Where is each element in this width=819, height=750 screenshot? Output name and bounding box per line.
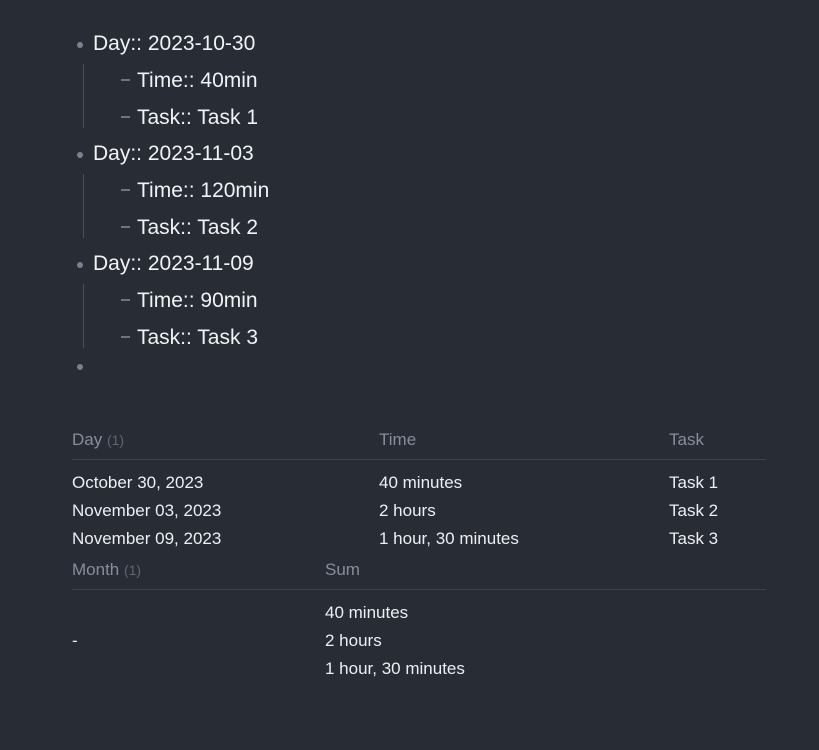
cell-day: November 09, 2023: [72, 529, 222, 548]
table-header-row: Day (1) Time Task: [72, 428, 766, 460]
cell-day: October 30, 2023: [72, 473, 204, 492]
cell-time: 40 minutes: [379, 473, 463, 492]
column-header-day-count: (1): [106, 432, 125, 448]
outline-children: Time:: 40min Task:: Task 1: [72, 62, 772, 136]
dash-bullet-icon: [121, 299, 130, 301]
month-table: Month (1) Sum - 40 minutes 2 hours 1 hou…: [72, 558, 766, 683]
outline-empty-item[interactable]: [72, 356, 772, 382]
bullet-icon: [77, 152, 83, 158]
column-header-month[interactable]: Month (1): [72, 558, 325, 590]
outline-sub-label: Time:: 40min: [137, 69, 258, 92]
cell-task: Task 1: [669, 473, 719, 492]
outline-sub-label: Time:: 90min: [137, 289, 258, 312]
table-row: - 40 minutes 2 hours 1 hour, 30 minutes: [72, 590, 766, 684]
outline-sub-item[interactable]: Task:: Task 3: [72, 319, 772, 356]
outline-group: Day:: 2023-11-03 Time:: 120min Task:: Ta…: [72, 136, 772, 246]
table-header-row: Month (1) Sum: [72, 558, 766, 590]
outline-sub-label: Task:: Task 1: [137, 106, 258, 129]
outline-day-item[interactable]: Day:: 2023-10-30: [72, 26, 772, 62]
outline-children: Time:: 90min Task:: Task 3: [72, 282, 772, 356]
outline-sub-item[interactable]: Task:: Task 2: [72, 209, 772, 246]
dash-bullet-icon: [121, 336, 130, 338]
day-table: Day (1) Time Task October 30, 2023 40 mi…: [72, 428, 766, 553]
table-row: November 09, 2023 1 hour, 30 minutes Tas…: [72, 525, 766, 553]
dash-bullet-icon: [121, 189, 130, 191]
outline-day-item[interactable]: Day:: 2023-11-03: [72, 136, 772, 172]
sum-line: 40 minutes: [325, 603, 409, 622]
outline-sub-label: Time:: 120min: [137, 179, 270, 202]
cell-sum: 40 minutes 2 hours 1 hour, 30 minutes: [325, 590, 766, 684]
column-header-task[interactable]: Task: [669, 428, 766, 460]
sum-line: 1 hour, 30 minutes: [325, 659, 465, 678]
dash-bullet-icon: [121, 226, 130, 228]
outline-day-label: Day:: 2023-11-03: [93, 142, 254, 165]
outline-sub-item[interactable]: Time:: 90min: [72, 282, 772, 319]
bullet-icon: [77, 42, 83, 48]
column-header-month-count: (1): [123, 562, 142, 578]
column-header-day-label: Day: [72, 430, 103, 449]
cell-day: November 03, 2023: [72, 501, 222, 520]
bullet-icon: [77, 364, 83, 370]
outline-sub-label: Task:: Task 3: [137, 326, 258, 349]
outline-sub-item[interactable]: Time:: 120min: [72, 172, 772, 209]
dash-bullet-icon: [121, 79, 130, 81]
cell-task: Task 2: [669, 501, 719, 520]
sum-line: 2 hours: [325, 631, 382, 650]
cell-month: -: [72, 631, 78, 650]
outline-sub-item[interactable]: Task:: Task 1: [72, 99, 772, 136]
outline-list: Day:: 2023-10-30 Time:: 40min Task:: Tas…: [72, 26, 772, 382]
column-header-sum[interactable]: Sum: [325, 558, 766, 590]
cell-task: Task 3: [669, 529, 719, 548]
outline-group: Day:: 2023-11-09 Time:: 90min Task:: Tas…: [72, 246, 772, 356]
column-header-day[interactable]: Day (1): [72, 428, 379, 460]
table-row: November 03, 2023 2 hours Task 2: [72, 497, 766, 525]
cell-time: 2 hours: [379, 501, 436, 520]
column-header-time[interactable]: Time: [379, 428, 669, 460]
dash-bullet-icon: [121, 116, 130, 118]
outline-sub-item[interactable]: Time:: 40min: [72, 62, 772, 99]
column-header-sum-label: Sum: [325, 560, 360, 579]
page-root: Day:: 2023-10-30 Time:: 40min Task:: Tas…: [0, 0, 819, 750]
outline-group: Day:: 2023-10-30 Time:: 40min Task:: Tas…: [72, 26, 772, 136]
outline-day-label: Day:: 2023-10-30: [93, 32, 256, 55]
outline-sub-label: Task:: Task 2: [137, 216, 258, 239]
bullet-icon: [77, 262, 83, 268]
outline-children: Time:: 120min Task:: Task 2: [72, 172, 772, 246]
column-header-month-label: Month: [72, 560, 120, 579]
outline-day-label: Day:: 2023-11-09: [93, 252, 254, 275]
outline-day-item[interactable]: Day:: 2023-11-09: [72, 246, 772, 282]
cell-time: 1 hour, 30 minutes: [379, 529, 519, 548]
column-header-task-label: Task: [669, 430, 704, 449]
column-header-time-label: Time: [379, 430, 417, 449]
table-row: October 30, 2023 40 minutes Task 1: [72, 460, 766, 498]
